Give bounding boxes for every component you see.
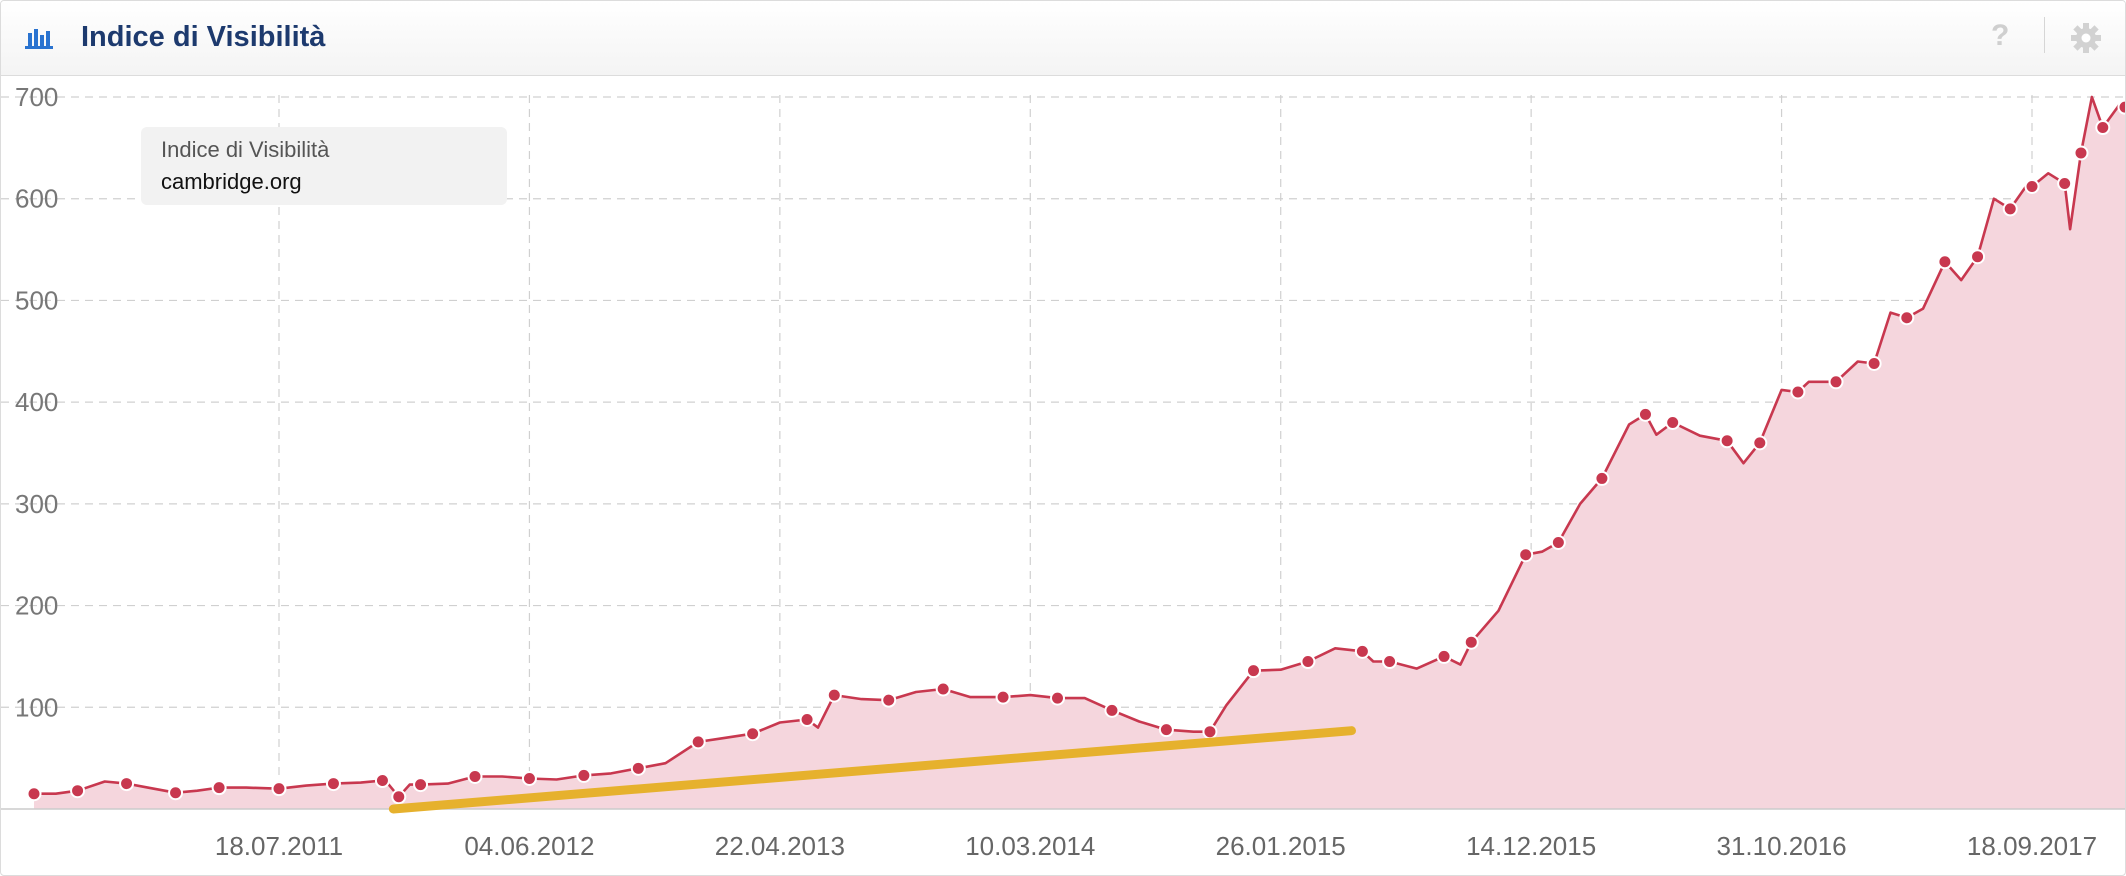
data-point [2002,201,2018,217]
chart-tooltip: Indice di Visibilità cambridge.org [141,127,507,205]
data-point [995,689,1011,705]
y-tick-label: 500 [15,285,58,315]
data-point [1050,690,1066,706]
data-point [70,783,86,799]
y-tick-label: 400 [15,387,58,417]
x-tick-label: 22.04.2013 [715,831,845,861]
data-point [1594,470,1610,486]
data-point [1158,722,1174,738]
data-point [374,773,390,789]
data-point [119,776,135,792]
y-tick-label: 700 [15,82,58,112]
data-point [1518,547,1534,563]
data-point [690,734,706,750]
data-point [881,692,897,708]
y-tick-label: 100 [15,692,58,722]
x-tick-label: 31.10.2016 [1717,831,1847,861]
x-tick-label: 10.03.2014 [965,831,1095,861]
data-point [391,789,407,805]
data-point [1719,433,1735,449]
data-point [1550,535,1566,551]
x-tick-label: 04.06.2012 [464,831,594,861]
data-point [2117,99,2125,115]
data-point [1752,435,1768,451]
data-point [1899,310,1915,326]
data-point [1790,384,1806,400]
data-point [467,768,483,784]
data-point [1637,406,1653,422]
data-point [1354,643,1370,659]
x-tick-label: 14.12.2015 [1466,831,1596,861]
data-point [1245,663,1261,679]
data-point [271,781,287,797]
y-tick-label: 200 [15,591,58,621]
data-point [1202,724,1218,740]
data-point [1970,249,1986,265]
data-point [576,767,592,783]
data-point [799,711,815,727]
data-point [826,687,842,703]
data-point [1104,702,1120,718]
data-point [1463,634,1479,650]
x-tick-label: 18.09.2017 [1967,831,2097,861]
data-point [211,780,227,796]
data-point [1665,414,1681,430]
data-point [325,776,341,792]
data-point [26,786,42,802]
data-point [2095,120,2111,136]
data-point [2024,179,2040,195]
data-point [1300,654,1316,670]
y-tick-label: 600 [15,184,58,214]
data-point [413,777,429,793]
y-tick-label: 300 [15,489,58,519]
data-point [1937,254,1953,270]
data-point [1436,648,1452,664]
data-point [1828,374,1844,390]
data-point [1382,654,1398,670]
data-point [630,760,646,776]
data-point [1866,355,1882,371]
data-point [521,770,537,786]
tooltip-domain: cambridge.org [161,169,302,194]
tooltip-label: Indice di Visibilità [161,137,330,162]
x-tick-label: 26.01.2015 [1216,831,1346,861]
data-point [2057,175,2073,191]
x-tick-label: 18.07.2011 [215,831,343,861]
data-point [168,785,184,801]
data-point [745,726,761,742]
data-point [2073,145,2089,161]
visibility-index-widget: Indice di Visibilità ? 100 200 300 400 500 60… [0,0,2126,876]
data-point [935,681,951,697]
